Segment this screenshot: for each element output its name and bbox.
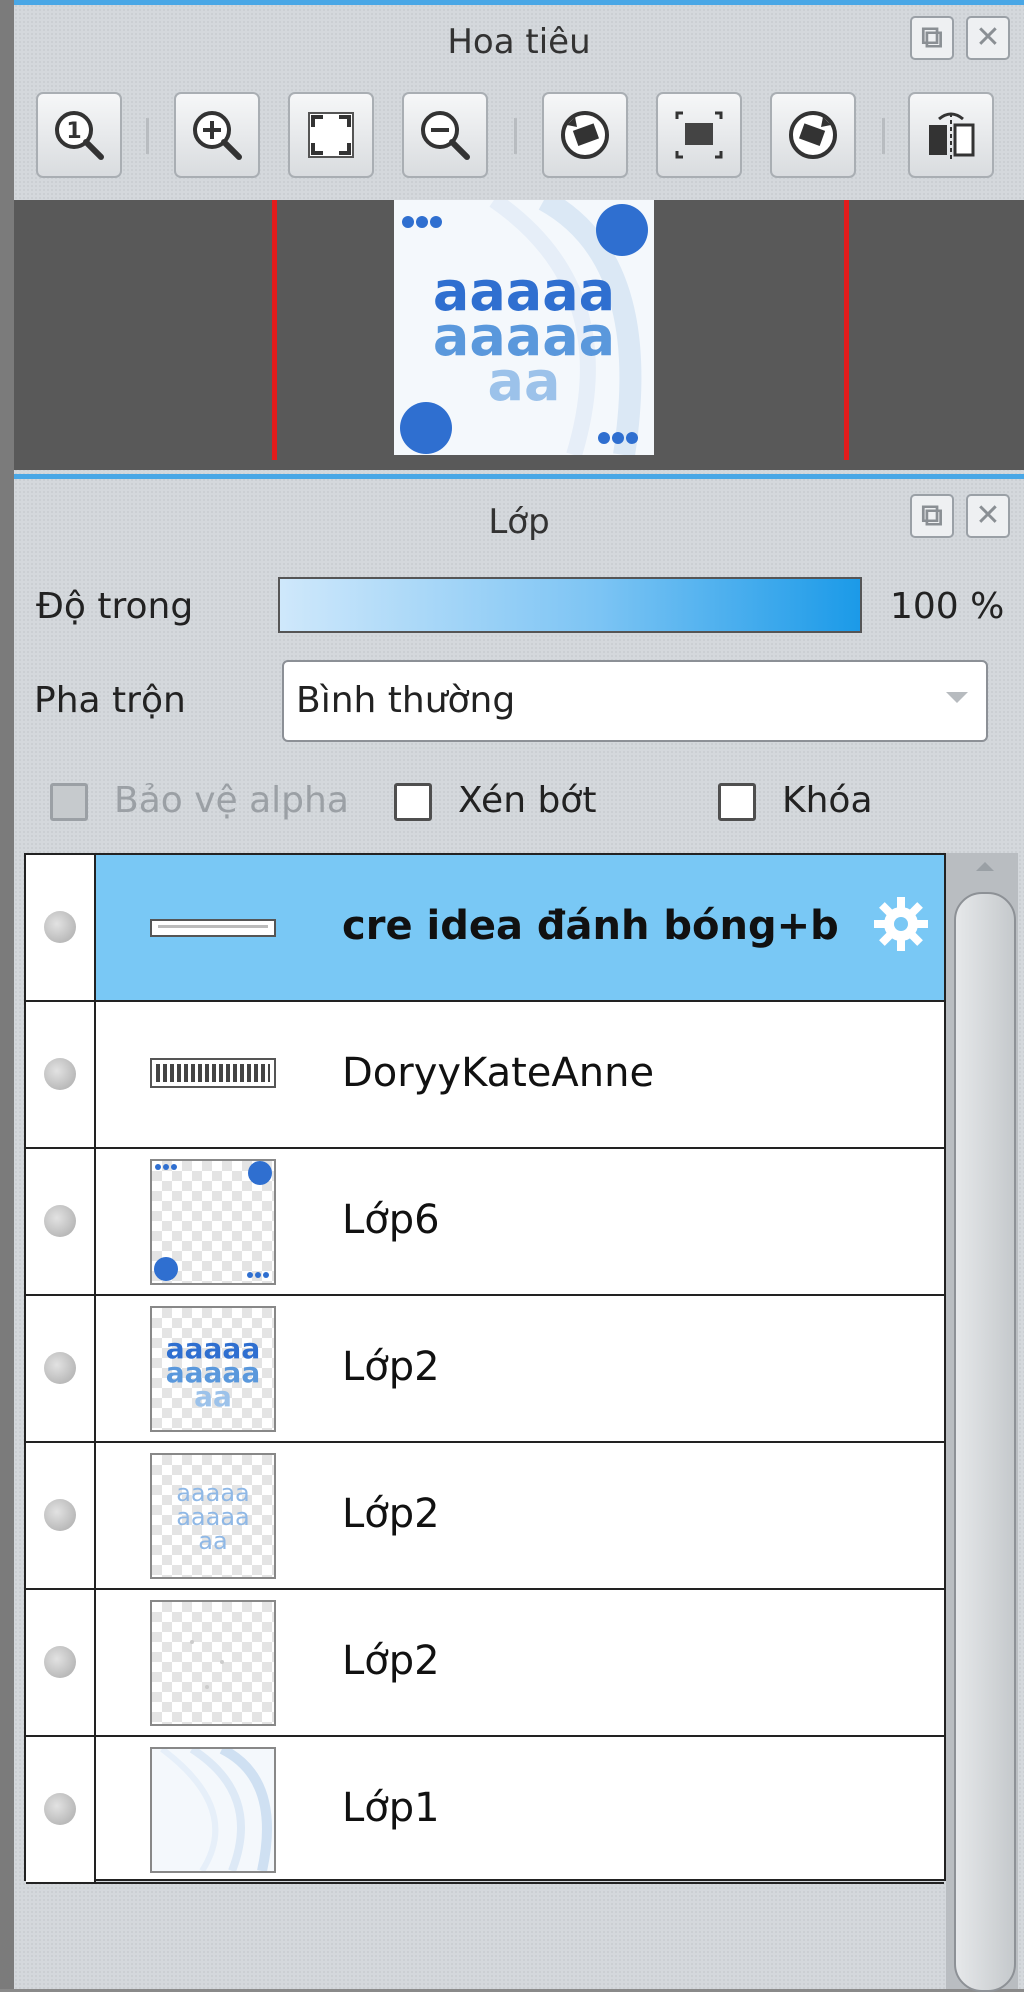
- canvas-thumbnail: aaaaa aaaaa aa: [394, 200, 654, 455]
- visibility-toggle[interactable]: [26, 1296, 96, 1441]
- visibility-toggle[interactable]: [26, 1737, 96, 1882]
- zoom-100-icon: 1: [55, 111, 104, 160]
- layer-row[interactable]: aaaaa aaaaa aa Lớp2: [26, 1443, 944, 1590]
- zoom-in-icon: [193, 111, 242, 160]
- panel-top-border: [14, 474, 1024, 479]
- svg-text:1: 1: [66, 119, 81, 144]
- flip-horizontal-icon: [929, 112, 975, 159]
- layer-row[interactable]: Lớp2: [26, 1590, 944, 1737]
- layer-name: Lớp2: [342, 1344, 440, 1390]
- scrollbar-thumb[interactable]: [954, 892, 1016, 1992]
- gear-icon[interactable]: [872, 895, 930, 953]
- visibility-toggle[interactable]: [26, 1149, 96, 1294]
- layer-thumbnail: aaaaa aaaaa aa: [150, 1453, 276, 1579]
- layer-thumbnail: [150, 1159, 276, 1285]
- close-icon[interactable]: ✕: [966, 494, 1010, 538]
- layer-row[interactable]: Lớp1: [26, 1737, 944, 1884]
- layer-thumbnail: [150, 1600, 276, 1726]
- opacity-slider[interactable]: [278, 577, 862, 633]
- protect-alpha-label: Bảo vệ alpha: [114, 780, 349, 821]
- reset-view-icon: [675, 111, 723, 159]
- visibility-dot-icon: [44, 1205, 76, 1237]
- svg-text:aa: aa: [198, 1527, 227, 1555]
- panel-top-border: [14, 0, 1024, 5]
- reset-view-button[interactable]: [656, 92, 742, 178]
- layer-name: Lớp6: [342, 1197, 440, 1243]
- layer-thumbnail: [150, 919, 276, 937]
- visibility-toggle[interactable]: [26, 1590, 96, 1735]
- popout-icon[interactable]: ⧉: [910, 16, 954, 60]
- protect-alpha-checkbox[interactable]: [50, 783, 88, 821]
- zoom-out-icon: [421, 111, 470, 160]
- layer-row[interactable]: aaaaa aaaaa aa Lớp2: [26, 1296, 944, 1443]
- visibility-dot-icon: [44, 1058, 76, 1090]
- visibility-dot-icon: [44, 911, 76, 943]
- lock-checkbox[interactable]: [718, 783, 756, 821]
- navigator-panel: Hoa tiêu ⧉ ✕ 1 aaaaa aaaaa aa: [14, 0, 1024, 478]
- visibility-toggle[interactable]: [26, 1443, 96, 1588]
- layer-name: Lớp1: [342, 1785, 440, 1831]
- scroll-up-arrow-icon[interactable]: [976, 862, 994, 871]
- visibility-dot-icon: [44, 1646, 76, 1678]
- layer-thumbnail: [150, 1747, 276, 1873]
- rotate-right-icon: [789, 111, 837, 159]
- layer-row[interactable]: DoryyKateAnne: [26, 1002, 944, 1149]
- rotate-left-icon: [561, 111, 609, 159]
- blend-mode-value: Bình thường: [296, 680, 516, 721]
- toolbar-separator: [514, 118, 517, 154]
- layer-thumbnail: aaaaa aaaaa aa: [150, 1306, 276, 1432]
- layer-name: Lớp2: [342, 1491, 440, 1537]
- opacity-value: 100 %: [890, 586, 1005, 627]
- svg-text:aa: aa: [488, 350, 561, 413]
- layer-row[interactable]: Lớp6: [26, 1149, 944, 1296]
- popout-icon[interactable]: ⧉: [910, 494, 954, 538]
- zoom-out-button[interactable]: [402, 92, 488, 178]
- chevron-down-icon: [946, 692, 968, 703]
- fit-screen-icon: [308, 112, 354, 158]
- clipping-checkbox[interactable]: [394, 783, 432, 821]
- rotate-right-button[interactable]: [770, 92, 856, 178]
- layer-list: cre idea đánh bóng+b DoryyKateAnne Lớp6 …: [24, 853, 946, 1884]
- lock-label: Khóa: [782, 780, 873, 821]
- toolbar-separator: [882, 118, 885, 154]
- toolbar-separator: [146, 118, 149, 154]
- svg-text:aa: aa: [194, 1380, 232, 1413]
- clipping-label: Xén bớt: [458, 780, 597, 821]
- left-edge: [0, 0, 14, 1989]
- layer-name: DoryyKateAnne: [342, 1050, 655, 1096]
- view-boundary-right: [844, 200, 849, 460]
- blend-mode-label: Pha trộn: [34, 680, 186, 721]
- layer-row[interactable]: cre idea đánh bóng+b: [26, 855, 944, 1002]
- flip-horizontal-button[interactable]: [908, 92, 994, 178]
- visibility-toggle[interactable]: [26, 855, 96, 1000]
- layers-title: Lớp: [488, 502, 550, 542]
- layer-thumbnail: [150, 1058, 276, 1088]
- visibility-dot-icon: [44, 1352, 76, 1384]
- blend-mode-select[interactable]: Bình thường: [282, 660, 988, 742]
- visibility-dot-icon: [44, 1793, 76, 1825]
- navigator-preview[interactable]: aaaaa aaaaa aa: [14, 200, 1024, 470]
- layer-name: Lớp2: [342, 1638, 440, 1684]
- zoom-in-button[interactable]: [174, 92, 260, 178]
- layer-name: cre idea đánh bóng+b: [342, 903, 839, 949]
- view-boundary-left: [272, 200, 277, 460]
- fit-to-window-button[interactable]: [288, 92, 374, 178]
- visibility-dot-icon: [44, 1499, 76, 1531]
- rotate-left-button[interactable]: [542, 92, 628, 178]
- close-icon[interactable]: ✕: [966, 16, 1010, 60]
- visibility-toggle[interactable]: [26, 1002, 96, 1147]
- opacity-label: Độ trong: [36, 586, 194, 627]
- navigator-title: Hoa tiêu: [447, 22, 591, 62]
- actual-size-button[interactable]: 1: [36, 92, 122, 178]
